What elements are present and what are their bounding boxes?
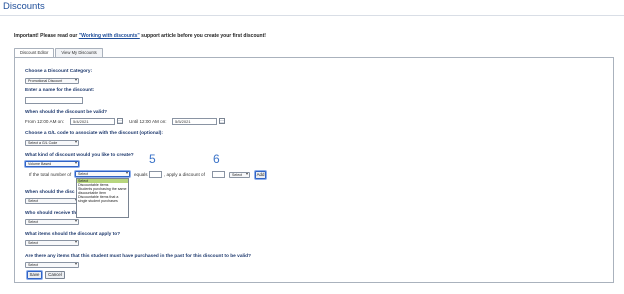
discount-editor-panel — [14, 57, 614, 283]
rule-if-label: If the total number of — [29, 172, 72, 177]
until-calendar-icon[interactable] — [219, 118, 225, 124]
dropdown-option-single-student-items[interactable]: Discountable items that a single student… — [77, 195, 128, 203]
from-calendar-icon[interactable] — [117, 118, 123, 124]
discount-name-label: Enter a name for the discount: — [25, 88, 95, 93]
apply-discount-label: , apply a discount of — [164, 172, 205, 177]
discount-amount-input[interactable] — [212, 171, 225, 178]
tab-bar: Discount Editor View My Discounts — [14, 48, 104, 58]
who-receive-label: Who should receive th — [25, 211, 77, 216]
validity-label: When should the discount be valid? — [25, 110, 108, 115]
cancel-button[interactable]: Cancel — [45, 271, 65, 279]
category-select[interactable]: Promotional Discount — [25, 78, 79, 84]
rule-item-select[interactable]: Select — [75, 171, 130, 177]
gl-code-select[interactable]: Select a G/L Code — [25, 140, 79, 146]
rule-item-dropdown-list: Select Discountable items Students purch… — [76, 178, 129, 218]
from-date-label: From 12:00 AM on: — [25, 119, 65, 124]
until-date-label: Until 12:00 AM on: — [129, 119, 167, 124]
equals-label: equals — [134, 172, 148, 177]
gl-code-label: Choose a G/L code to associate with the … — [25, 131, 163, 136]
discount-name-input[interactable] — [25, 97, 83, 104]
step-6-annotation: 6 — [213, 152, 220, 166]
until-date-input[interactable]: 5/5/2021 — [172, 118, 217, 125]
working-with-discounts-link[interactable]: "Working with discounts" — [79, 33, 140, 39]
discount-unit-select[interactable]: Select — [229, 172, 250, 178]
who-receive-select[interactable]: Select — [25, 219, 79, 225]
add-rule-button[interactable]: Add — [255, 171, 266, 179]
tab-view-my-discounts[interactable]: View My Discounts — [55, 48, 103, 57]
dropdown-option-students-same-item[interactable]: Students purchasing the same discountabl… — [77, 187, 128, 195]
save-button[interactable]: Save — [27, 271, 42, 279]
support-notice: Important! Please read our "Working with… — [14, 33, 266, 39]
from-date-input[interactable]: 5/4/2021 — [70, 118, 115, 125]
category-label: Choose a Discount Category: — [25, 69, 93, 74]
prior-purchase-label: Are there any items that this student mu… — [25, 254, 252, 259]
page-title: Discounts — [3, 1, 45, 12]
items-apply-label: What items should the discount apply to? — [25, 232, 121, 237]
notice-prefix: Important! Please read our — [14, 33, 79, 39]
discount-kind-label: What kind of discount would you like to … — [25, 153, 134, 158]
prior-purchase-select[interactable]: Select — [25, 262, 79, 268]
items-apply-select[interactable]: Select — [25, 240, 79, 246]
when-apply-select[interactable]: Select — [25, 198, 79, 204]
quantity-input[interactable] — [149, 171, 162, 178]
title-divider — [0, 15, 624, 16]
notice-suffix: support article before you create your f… — [139, 33, 266, 39]
discount-kind-select[interactable]: Volume Based — [25, 161, 79, 167]
step-5-annotation: 5 — [149, 152, 156, 166]
when-apply-label: When should the disc — [25, 190, 75, 195]
